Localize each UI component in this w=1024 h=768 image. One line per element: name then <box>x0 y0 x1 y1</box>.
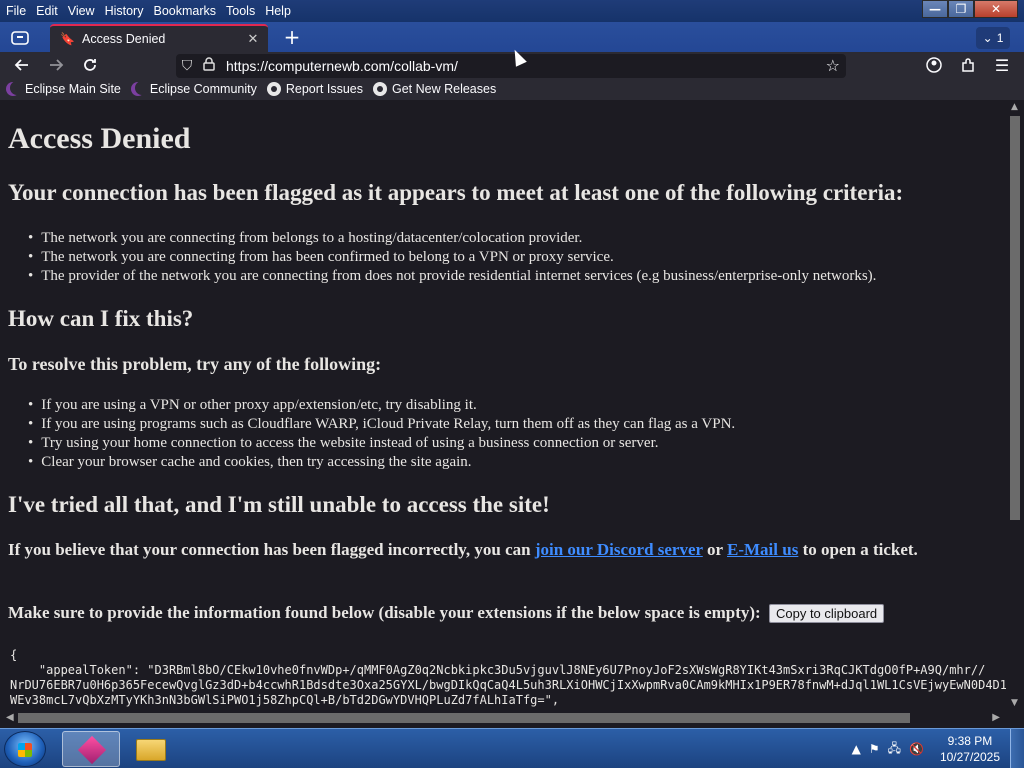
bookmark-get-new-releases[interactable]: Get New Releases <box>372 82 497 96</box>
network-icon[interactable]: 🖧 <box>888 739 901 760</box>
token-line: "appealToken": "D3RBml8bO/CEkw10vhe0fnvW… <box>10 663 986 677</box>
extensions-icon[interactable] <box>956 54 980 76</box>
copy-to-clipboard-button[interactable]: Copy to clipboard <box>768 604 885 623</box>
flagged-heading: Your connection has been flagged as it a… <box>8 180 904 205</box>
tab-bar: 🔖 Access Denied ✕ + ⌄ 1 <box>0 22 1024 52</box>
menu-edit[interactable]: Edit <box>32 4 64 18</box>
appeal-token-block[interactable]: { "appealToken": "D3RBml8bO/CEkw10vhe0fn… <box>10 648 1006 708</box>
bookmark-report-issues[interactable]: Report Issues <box>266 82 363 96</box>
browser-logo-icon <box>77 735 107 765</box>
github-icon <box>266 82 281 96</box>
forward-button[interactable] <box>44 54 68 76</box>
bookmark-label: Report Issues <box>285 82 363 96</box>
fixes-list: If you are using a VPN or other proxy ap… <box>28 396 735 472</box>
action-center-flag-icon[interactable]: ⚑ <box>869 742 880 756</box>
taskbar-browser-app[interactable] <box>62 731 120 767</box>
system-tray: ▲ ⚑ 🖧 🔇 9:38 PM 10/27/2025 <box>852 729 1000 768</box>
close-window-button[interactable]: ✕ <box>974 0 1018 18</box>
token-line: { <box>10 648 18 662</box>
tab-access-denied[interactable]: 🔖 Access Denied ✕ <box>50 24 268 52</box>
tab-label: Access Denied <box>82 32 166 46</box>
github-icon <box>372 82 387 96</box>
volume-muted-icon[interactable]: 🔇 <box>909 742 924 756</box>
scroll-right-icon[interactable]: ▶ <box>992 712 1000 723</box>
criteria-list: The network you are connecting from belo… <box>28 229 876 286</box>
bookmark-label: Eclipse Community <box>149 82 257 96</box>
taskbar-explorer-app[interactable] <box>122 731 180 767</box>
bookmark-label: Eclipse Main Site <box>25 82 121 96</box>
minimize-button[interactable]: — <box>922 0 948 18</box>
menu-help[interactable]: Help <box>261 4 297 18</box>
bookmark-eclipse-main[interactable]: Eclipse Main Site <box>6 82 121 96</box>
incorrect-text-or: or <box>702 540 728 559</box>
tab-close-icon[interactable]: ✕ <box>244 32 262 47</box>
provide-info-label: Make sure to provide the information fou… <box>8 603 761 622</box>
bookmarks-toolbar: Eclipse Main Site Eclipse Community Repo… <box>0 78 1024 100</box>
menu-file[interactable]: File <box>2 4 32 18</box>
shield-icon[interactable]: ⛉ <box>176 58 198 74</box>
taskbar-clock[interactable]: 9:38 PM 10/27/2025 <box>940 733 1000 765</box>
vertical-scroll-thumb[interactable] <box>1010 116 1020 520</box>
reload-button[interactable] <box>78 54 102 76</box>
token-line: NrDU76EBR7u0H6p365FecewQvglGz3dD+b4ccwhR… <box>10 678 1006 692</box>
menu-history[interactable]: History <box>101 4 150 18</box>
token-line: WEv38mcL7vQbXzMTyYKh3nN3bGWlSiPWO1j58Zhp… <box>10 693 560 707</box>
list-item: The provider of the network you are conn… <box>28 267 876 286</box>
list-item: If you are using a VPN or other proxy ap… <box>28 396 735 415</box>
page-title: Access Denied <box>8 122 191 155</box>
account-icon[interactable] <box>922 54 946 76</box>
discord-link[interactable]: join our Discord server <box>535 540 703 559</box>
bookmark-eclipse-community[interactable]: Eclipse Community <box>131 82 257 96</box>
back-button[interactable] <box>10 54 34 76</box>
clock-time: 9:38 PM <box>947 734 993 748</box>
provide-info-text: Make sure to provide the information fou… <box>8 602 978 624</box>
scrollbar-corner <box>1006 710 1024 728</box>
list-item: If you are using programs such as Cloudf… <box>28 415 735 434</box>
incorrect-flag-text: If you believe that your connection has … <box>8 539 978 561</box>
start-button[interactable] <box>4 731 46 767</box>
chevron-down-icon: ⌄ <box>982 31 993 45</box>
bookmark-star-icon[interactable]: ☆ <box>826 56 840 75</box>
page-icon: 🔖 <box>60 32 75 46</box>
list-item: The network you are connecting from has … <box>28 248 876 267</box>
list-item: Try using your home connection to access… <box>28 434 735 453</box>
eclipse-icon <box>6 82 20 96</box>
incorrect-text-pre: If you believe that your connection has … <box>8 540 535 559</box>
menu-view[interactable]: View <box>64 4 101 18</box>
show-desktop-button[interactable] <box>1010 729 1024 768</box>
folder-icon <box>136 739 166 761</box>
clock-date: 10/27/2025 <box>939 750 1000 764</box>
new-tab-button[interactable]: + <box>280 27 304 49</box>
tray-expand-icon[interactable]: ▲ <box>852 742 861 756</box>
resolve-heading: To resolve this problem, try any of the … <box>8 354 382 374</box>
url-input[interactable] <box>226 58 846 74</box>
horizontal-scrollbar[interactable]: ◀ ▶ <box>0 710 1006 728</box>
email-link[interactable]: E-Mail us <box>727 540 798 559</box>
tab-count: 1 <box>996 31 1004 45</box>
menu-tools[interactable]: Tools <box>222 4 261 18</box>
eclipse-icon <box>131 82 145 96</box>
maximize-button[interactable]: ❐ <box>948 0 974 18</box>
list-item: Clear your browser cache and cookies, th… <box>28 453 735 472</box>
list-item: The network you are connecting from belo… <box>28 229 876 248</box>
incorrect-text-post: to open a ticket. <box>798 540 918 559</box>
scroll-down-icon[interactable]: ▼ <box>1011 698 1018 708</box>
tab-overflow-button[interactable]: ⌄ 1 <box>976 27 1010 49</box>
vertical-scrollbar[interactable]: ▲ ▼ <box>1006 100 1024 710</box>
scroll-left-icon[interactable]: ◀ <box>6 712 14 723</box>
tried-heading: I've tried all that, and I'm still unabl… <box>8 492 550 517</box>
horizontal-scroll-thumb[interactable] <box>18 713 910 723</box>
page-content: Access Denied Your connection has been f… <box>0 100 1006 710</box>
hamburger-menu-icon[interactable]: ☰ <box>990 54 1014 76</box>
menu-bar: File Edit View History Bookmarks Tools H… <box>0 0 1024 22</box>
taskbar: ▲ ⚑ 🖧 🔇 9:38 PM 10/27/2025 <box>0 728 1024 768</box>
menu-bookmarks[interactable]: Bookmarks <box>149 4 222 18</box>
tab-list-icon[interactable] <box>6 25 34 51</box>
scroll-up-icon[interactable]: ▲ <box>1011 102 1018 112</box>
fix-heading: How can I fix this? <box>8 306 194 331</box>
lock-icon[interactable] <box>198 57 220 75</box>
bookmark-label: Get New Releases <box>391 82 497 96</box>
